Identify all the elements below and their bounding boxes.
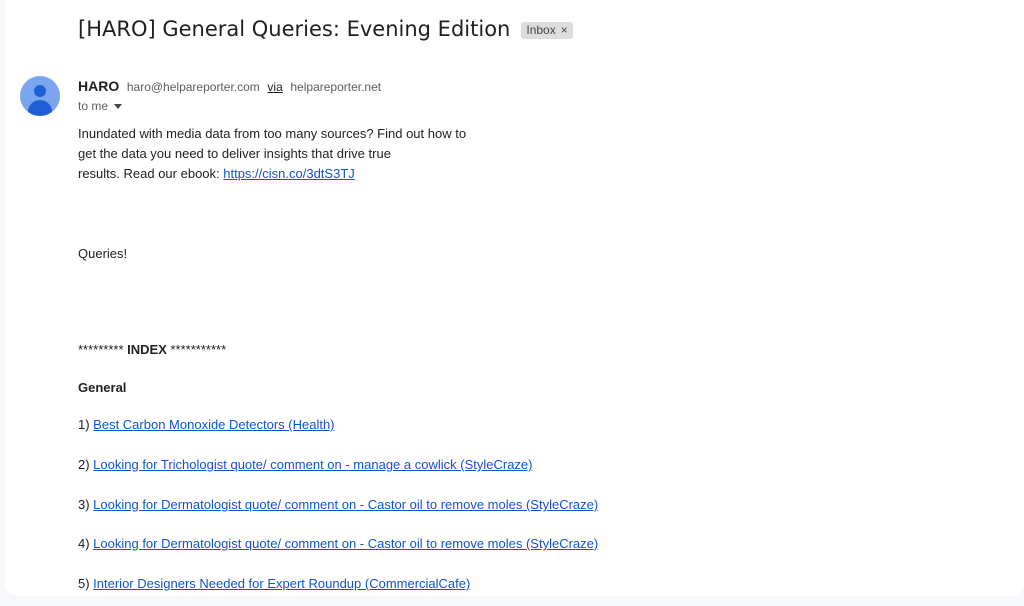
- list-item-number: 3): [78, 497, 94, 512]
- email-reading-pane: [HARO] General Queries: Evening Edition …: [5, 0, 1024, 596]
- list-item-number: 1): [78, 417, 94, 432]
- index-title: INDEX: [127, 342, 167, 357]
- subject-row: [HARO] General Queries: Evening Edition …: [78, 17, 573, 41]
- index-heading: ********* INDEX ***********: [78, 340, 226, 360]
- query-link[interactable]: Looking for Trichologist quote/ comment …: [93, 457, 532, 472]
- intro-line-3-prefix: results. Read our ebook:: [78, 166, 224, 181]
- intro-line-3: results. Read our ebook: https://cisn.co…: [78, 164, 466, 184]
- remove-label-icon[interactable]: ×: [561, 23, 568, 37]
- query-link[interactable]: Looking for Dermatologist quote/ comment…: [93, 536, 598, 551]
- sender-name[interactable]: HARO: [78, 78, 119, 94]
- intro-line-1: Inundated with media data from too many …: [78, 126, 467, 141]
- sender-address: haro@helpareporter.com: [126, 80, 260, 94]
- query-link[interactable]: Best Carbon Monoxide Detectors (Health): [93, 417, 334, 432]
- query-link[interactable]: Interior Designers Needed for Expert Rou…: [93, 576, 470, 591]
- email-subject: [HARO] General Queries: Evening Edition: [78, 17, 511, 41]
- sender-line: HARO haro@helpareporter.com via helparep…: [78, 78, 381, 94]
- recipient-text: to me: [78, 99, 109, 113]
- index-prefix: *********: [78, 342, 128, 357]
- index-suffix: ***********: [166, 342, 227, 357]
- recipient-details-toggle[interactable]: to me: [78, 99, 123, 113]
- via-domain: helpareporter.net: [290, 80, 382, 94]
- section-title-general: General: [78, 380, 127, 395]
- avatar-body-shape: [28, 100, 52, 116]
- chevron-down-icon[interactable]: [114, 103, 123, 109]
- query-link[interactable]: Looking for Dermatologist quote/ comment…: [93, 497, 598, 512]
- inbox-label-text: Inbox: [526, 22, 556, 37]
- ebook-link[interactable]: https://cisn.co/3dtS3TJ: [223, 166, 355, 181]
- intro-line-2: get the data you need to deliver insight…: [78, 146, 391, 161]
- list-item: 4) Looking for Dermatologist quote/ comm…: [78, 534, 598, 554]
- list-item: 3) Looking for Dermatologist quote/ comm…: [78, 495, 598, 515]
- intro-paragraph: Inundated with media data from too many …: [78, 124, 466, 184]
- avatar-head-shape: [34, 85, 46, 97]
- queries-heading: Queries!: [78, 246, 128, 261]
- list-item-number: 4): [78, 536, 94, 551]
- list-item-number: 2): [78, 457, 94, 472]
- list-item-number: 5): [78, 576, 94, 591]
- list-item: 2) Looking for Trichologist quote/ comme…: [78, 455, 532, 475]
- sender-avatar[interactable]: [20, 76, 60, 116]
- inbox-label-chip[interactable]: Inbox ×: [521, 21, 573, 39]
- list-item: 1) Best Carbon Monoxide Detectors (Healt…: [78, 415, 335, 435]
- via-link[interactable]: via: [267, 80, 282, 94]
- list-item: 5) Interior Designers Needed for Expert …: [78, 574, 470, 594]
